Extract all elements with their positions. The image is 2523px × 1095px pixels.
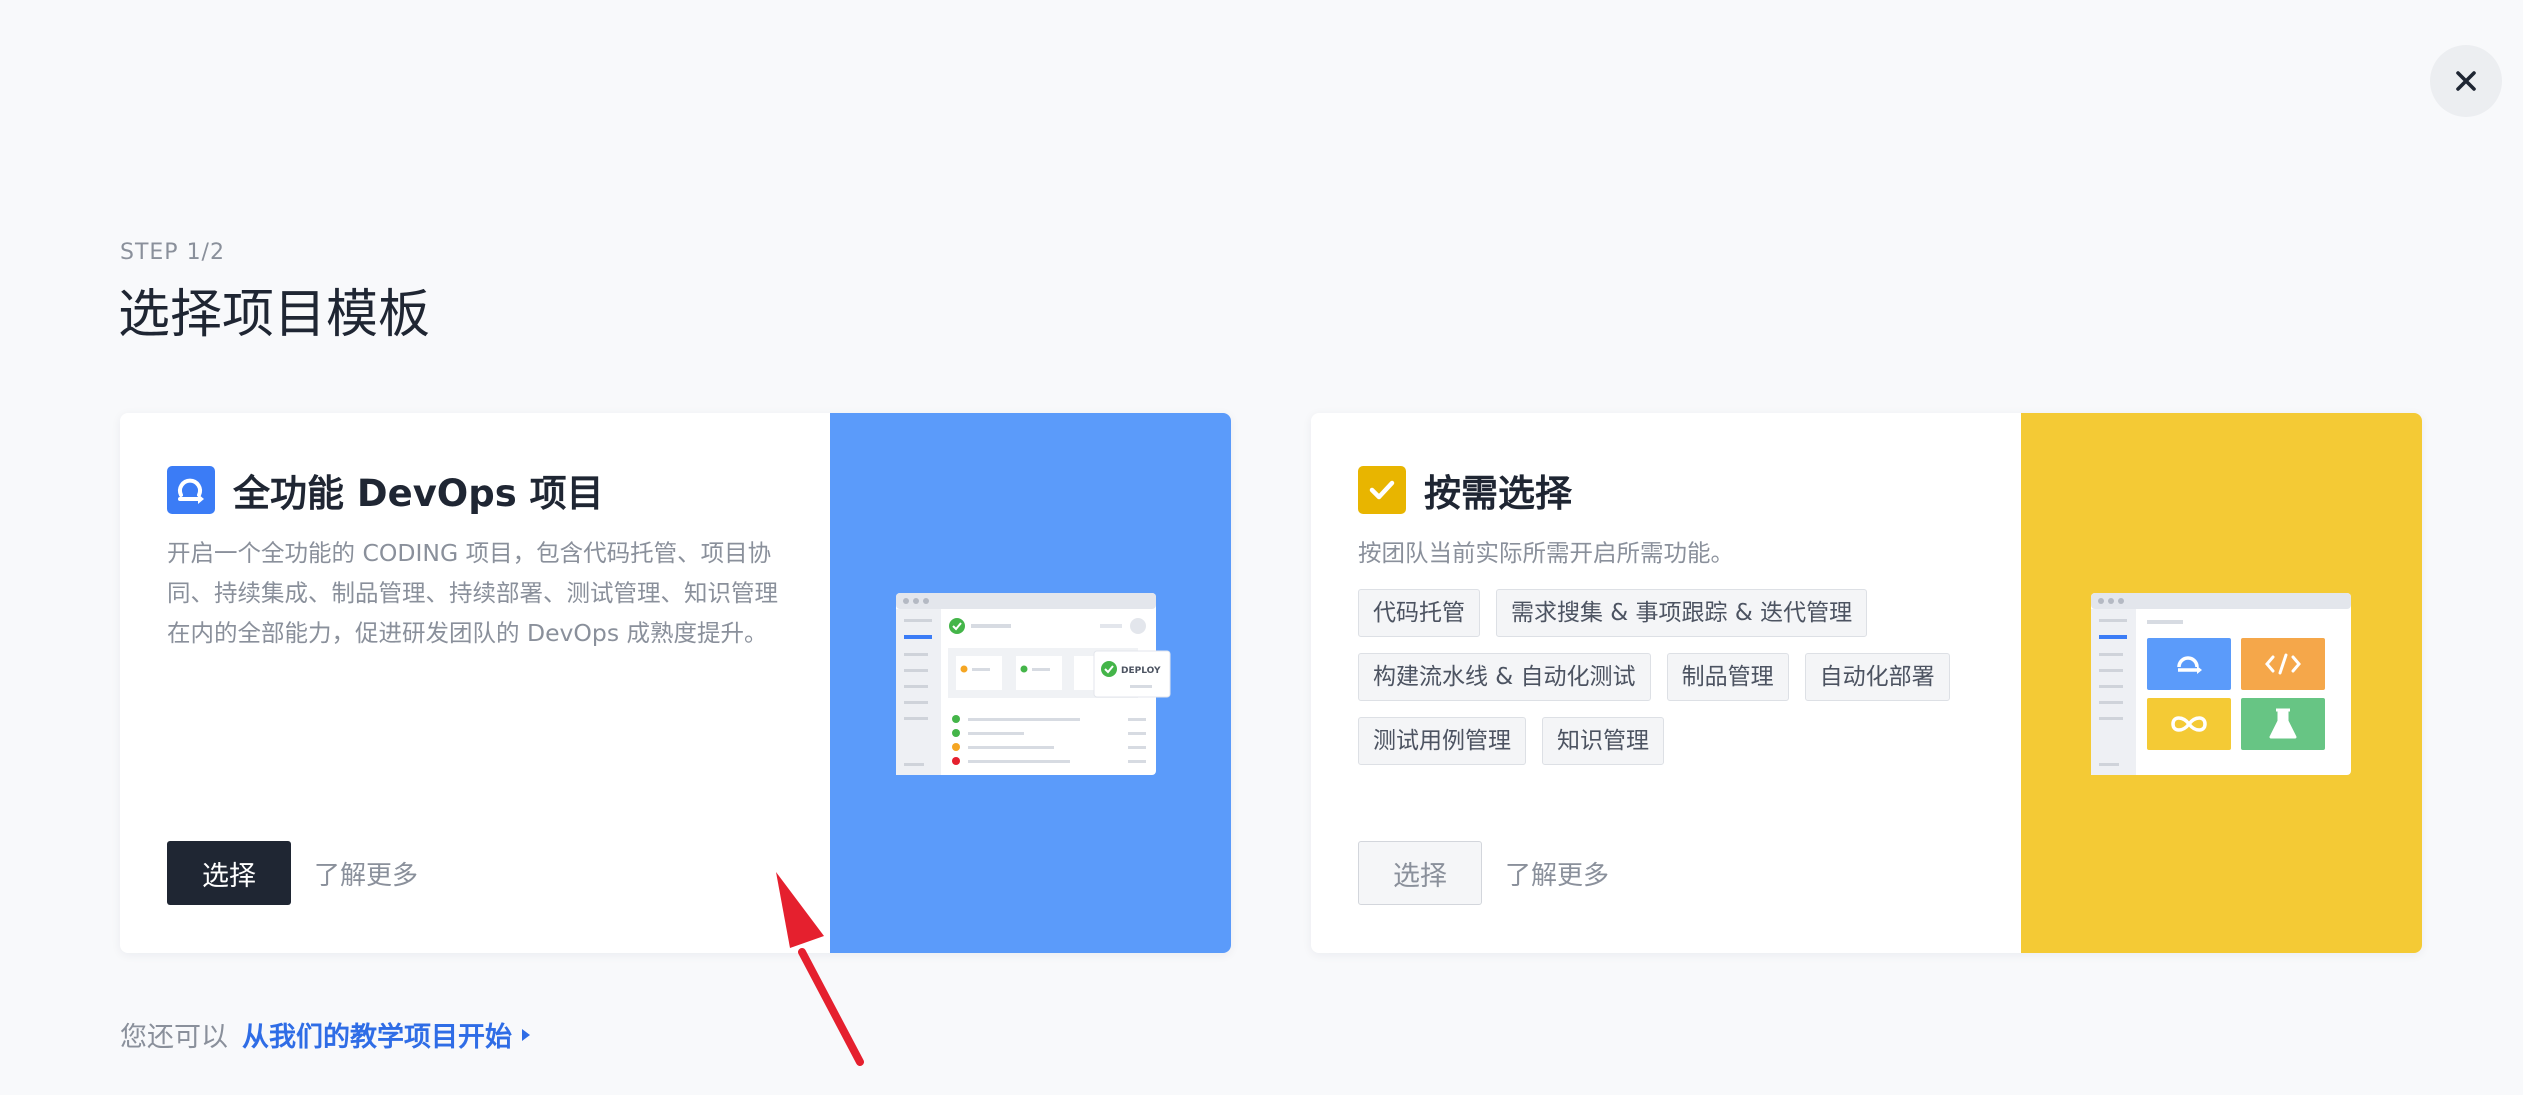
card-actions: 选择 了解更多 — [167, 841, 418, 905]
card-header: 全功能 DevOps 项目 — [167, 463, 604, 517]
caret-right-icon — [522, 1028, 530, 1041]
footer-prefix: 您还可以 — [120, 1022, 228, 1053]
feature-tag: 代码托管 — [1358, 589, 1480, 637]
custom-illustration — [2091, 593, 2351, 775]
card-actions: 选择 了解更多 — [1358, 841, 1609, 905]
card-description: 按团队当前实际所需开启所需功能。 — [1358, 539, 1734, 567]
close-button[interactable] — [2430, 45, 2502, 117]
deploy-label: DEPLOY — [1121, 666, 1161, 676]
annotation-arrow — [776, 872, 864, 1066]
feature-tag: 知识管理 — [1542, 717, 1664, 765]
close-icon — [2456, 71, 2476, 91]
learn-more-link[interactable]: 了解更多 — [314, 855, 418, 892]
custom-illustration-panel — [2021, 413, 2422, 953]
checkbox-icon — [1358, 466, 1406, 514]
card-content: 全功能 DevOps 项目 开启一个全功能的 CODING 项目，包含代码托管、… — [120, 413, 830, 953]
learn-more-link[interactable]: 了解更多 — [1505, 855, 1609, 892]
feature-tag: 需求搜集 & 事项跟踪 & 迭代管理 — [1496, 589, 1868, 637]
devops-template-card[interactable]: 全功能 DevOps 项目 开启一个全功能的 CODING 项目，包含代码托管、… — [120, 413, 1231, 953]
card-description: 开启一个全功能的 CODING 项目，包含代码托管、项目协同、持续集成、制品管理… — [167, 539, 778, 647]
devops-loop-icon — [167, 466, 215, 514]
feature-tag: 构建流水线 & 自动化测试 — [1358, 653, 1651, 701]
custom-template-card[interactable]: 按需选择 按团队当前实际所需开启所需功能。 代码托管 需求搜集 & 事项跟踪 &… — [1311, 413, 2422, 953]
page-title: 选择项目模板 — [118, 285, 431, 345]
select-button[interactable]: 选择 — [167, 841, 291, 905]
card-content: 按需选择 按团队当前实际所需开启所需功能。 代码托管 需求搜集 & 事项跟踪 &… — [1311, 413, 2021, 953]
select-button[interactable]: 选择 — [1358, 841, 1482, 905]
feature-tag: 自动化部署 — [1804, 653, 1950, 701]
feature-tag: 制品管理 — [1666, 653, 1789, 701]
feature-tag: 测试用例管理 — [1358, 717, 1526, 765]
devops-illustration-panel: DEPLOY — [830, 413, 1231, 953]
feature-tag-list: 代码托管 需求搜集 & 事项跟踪 & 迭代管理 构建流水线 & 自动化测试 制品… — [1358, 589, 1998, 765]
card-header: 按需选择 — [1358, 463, 1572, 517]
devops-illustration: DEPLOY — [896, 593, 1171, 775]
step-indicator: STEP 1/2 — [120, 240, 225, 265]
footer-hint: 您还可以 从我们的教学项目开始 — [120, 1015, 532, 1054]
card-title: 全功能 DevOps 项目 — [233, 472, 604, 515]
tutorial-project-link[interactable]: 从我们的教学项目开始 — [242, 1015, 512, 1054]
card-title: 按需选择 — [1424, 472, 1572, 515]
